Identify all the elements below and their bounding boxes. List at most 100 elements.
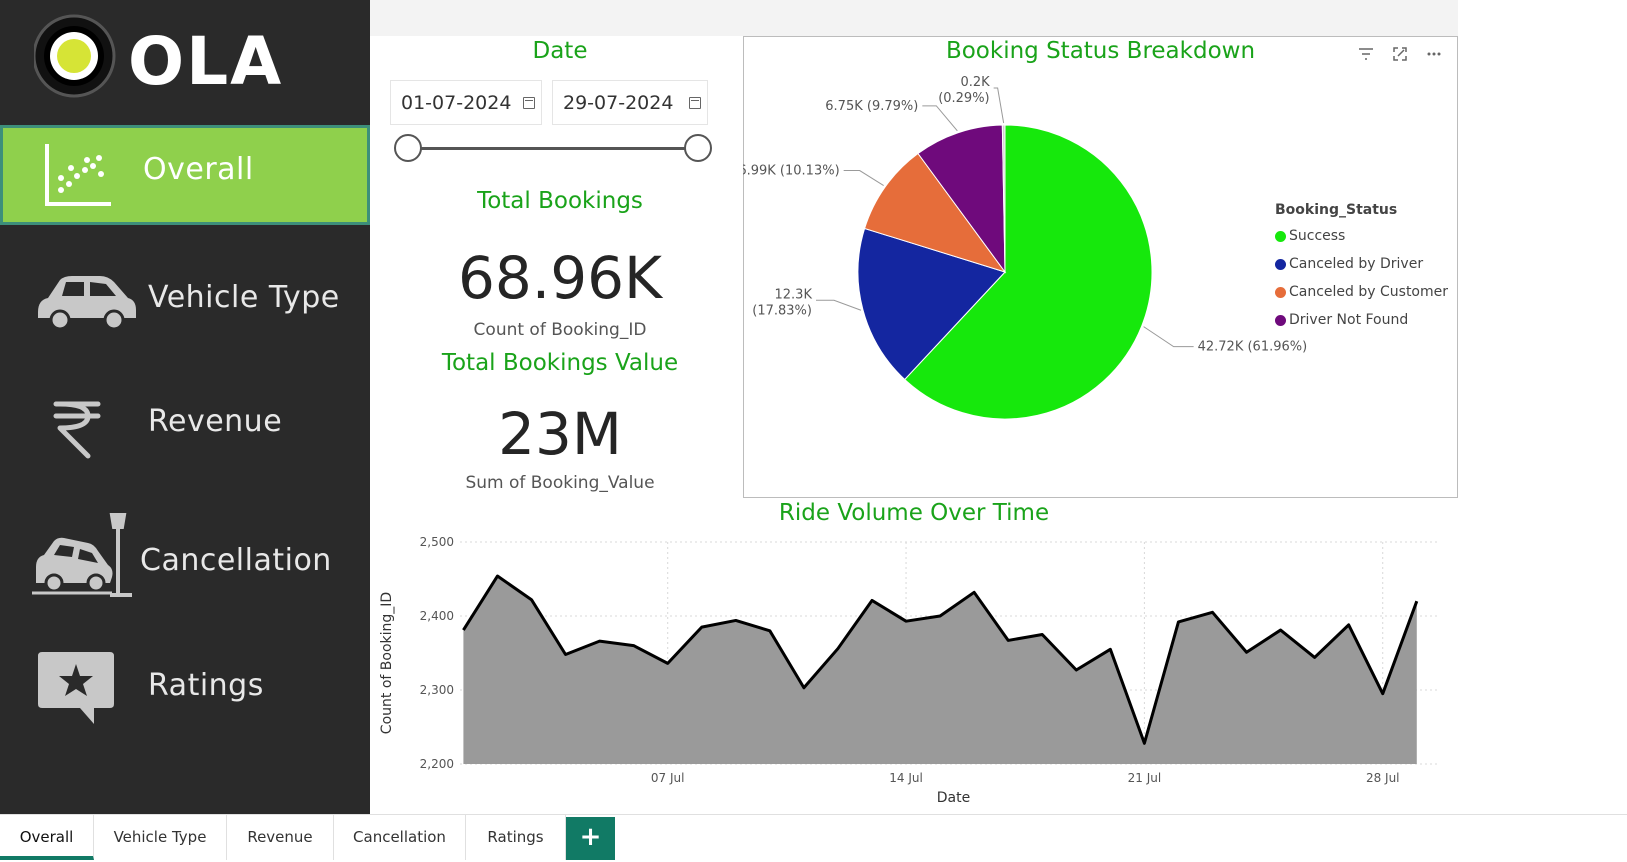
data-point[interactable]	[1244, 649, 1250, 655]
x-tick-label: 14 Jul	[889, 771, 923, 785]
data-point[interactable]	[1278, 627, 1284, 633]
data-point[interactable]	[971, 589, 977, 595]
data-point[interactable]	[563, 651, 569, 657]
nav-item-ratings[interactable]: Ratings	[0, 640, 370, 740]
data-point[interactable]	[699, 624, 705, 630]
pie-data-label: 12.3K	[775, 287, 813, 302]
data-point[interactable]	[767, 628, 773, 634]
area-fill	[463, 576, 1417, 764]
pie-data-label: 42.72K (61.96%)	[1198, 340, 1308, 355]
data-point[interactable]	[801, 685, 807, 691]
legend-label: Canceled by Driver	[1289, 256, 1424, 272]
legend-label: Canceled by Customer	[1289, 284, 1449, 300]
nav-label-vehicle-type: Vehicle Type	[148, 280, 340, 315]
pie-legend-title: Booking_Status	[1275, 202, 1398, 218]
scatter-plot-icon	[45, 144, 111, 206]
ride-volume-area-chart: 2,200 2,300 2,400 2,500 07 Jul 14 Jul 21 Jul 28…	[379, 535, 1437, 806]
rupee-icon	[53, 401, 101, 459]
tab-revenue[interactable]: Revenue	[227, 815, 334, 860]
data-point[interactable]	[1005, 637, 1011, 643]
tab-vehicle-type[interactable]: Vehicle Type	[94, 815, 227, 860]
tab-cancellation[interactable]: Cancellation	[334, 815, 466, 860]
data-point[interactable]	[1380, 691, 1386, 697]
y-tick-label: 2,200	[420, 757, 454, 771]
date-slider-end-handle[interactable]	[684, 134, 712, 162]
data-point[interactable]	[631, 643, 637, 649]
legend-item[interactable]: Canceled by Driver	[1275, 254, 1423, 274]
data-point[interactable]	[1209, 609, 1215, 615]
y-tick-label: 2,500	[420, 535, 454, 549]
data-point[interactable]	[494, 573, 500, 579]
pie-data-label: (17.83%)	[752, 303, 812, 318]
data-point[interactable]	[665, 660, 671, 666]
data-point[interactable]	[1039, 632, 1045, 638]
data-point[interactable]	[869, 597, 875, 603]
calendar-icon[interactable]	[689, 97, 701, 109]
end-date-value: 29-07-2024	[563, 92, 674, 114]
start-date-input[interactable]: 01-07-2024	[390, 80, 542, 125]
date-slider-start-handle[interactable]	[394, 134, 422, 162]
total-bookings-value-amount: 23M	[498, 400, 622, 468]
nav-item-cancellation[interactable]: Cancellation	[0, 505, 370, 605]
legend-item[interactable]: Canceled by Customer	[1275, 282, 1448, 302]
data-point[interactable]	[529, 597, 535, 603]
pie-leader-line	[922, 105, 958, 132]
nav-label-overall: Overall	[143, 152, 254, 187]
pie-leader-line	[843, 170, 884, 186]
data-point[interactable]	[937, 613, 943, 619]
logo-text: OLA	[128, 23, 283, 100]
ola-logo: OLA	[32, 14, 294, 102]
sidebar: OLA Overall Vehicle Type Revenue Cancell…	[0, 0, 370, 814]
legend-item[interactable]: Driver Not Found	[1275, 310, 1408, 330]
data-point[interactable]	[1175, 619, 1181, 625]
legend-marker	[1275, 315, 1286, 326]
pie-data-label: 6.99K (10.13%)	[743, 164, 840, 179]
nav-item-overall[interactable]: Overall	[0, 125, 370, 225]
nav-label-cancellation: Cancellation	[140, 543, 332, 578]
data-point[interactable]	[1073, 667, 1079, 673]
data-point[interactable]	[1414, 598, 1420, 604]
data-point[interactable]	[460, 627, 466, 633]
report-page: OLA Overall Vehicle Type Revenue Cancell…	[0, 0, 1627, 862]
nav-item-revenue[interactable]: Revenue	[0, 378, 370, 478]
x-tick-label: 07 Jul	[651, 771, 685, 785]
tab-overall[interactable]: Overall	[0, 815, 94, 860]
report-header-strip	[370, 0, 1458, 36]
tab-ratings[interactable]: Ratings	[466, 815, 566, 860]
nav-item-vehicle-type[interactable]: Vehicle Type	[0, 252, 370, 352]
add-page-button[interactable]: +	[566, 817, 615, 860]
end-date-input[interactable]: 29-07-2024	[552, 80, 708, 125]
date-slicer-title: Date	[532, 38, 588, 64]
pie-data-label: (0.29%)	[938, 91, 989, 106]
data-point[interactable]	[835, 646, 841, 652]
data-point[interactable]	[1346, 622, 1352, 628]
y-tick-label: 2,400	[420, 609, 454, 623]
total-bookings-value-title: Total Bookings Value	[441, 350, 679, 376]
pie-data-label: 6.75K (9.79%)	[825, 99, 918, 114]
y-axis-label: Count of Booking_ID	[379, 592, 395, 734]
legend-marker	[1275, 231, 1286, 242]
data-point[interactable]	[1107, 646, 1113, 652]
page-tab-bar: Overall Vehicle Type Revenue Cancellatio…	[0, 814, 1627, 862]
car-icon	[38, 276, 136, 331]
star-speech-bubble-icon	[38, 652, 114, 724]
total-bookings-value: 68.96K	[457, 244, 663, 312]
data-point[interactable]	[1312, 654, 1318, 660]
start-date-value: 01-07-2024	[401, 92, 512, 114]
y-tick-label: 2,300	[420, 683, 454, 697]
date-range-slider-track[interactable]	[408, 147, 698, 150]
total-bookings-value-subtitle: Sum of Booking_Value	[465, 473, 655, 493]
pie-leader-line	[993, 87, 1005, 124]
total-bookings-title: Total Bookings	[477, 188, 643, 214]
calendar-icon[interactable]	[523, 97, 535, 109]
legend-label: Success	[1289, 228, 1346, 244]
data-point[interactable]	[597, 638, 603, 644]
legend-item[interactable]: Success	[1275, 226, 1345, 246]
x-tick-label: 21 Jul	[1128, 771, 1162, 785]
data-point[interactable]	[1141, 740, 1147, 746]
data-point[interactable]	[903, 618, 909, 624]
x-axis-label: Date	[937, 790, 970, 806]
pie-data-label: 0.2K	[960, 75, 990, 90]
legend-label: Driver Not Found	[1289, 312, 1409, 328]
data-point[interactable]	[733, 617, 739, 623]
